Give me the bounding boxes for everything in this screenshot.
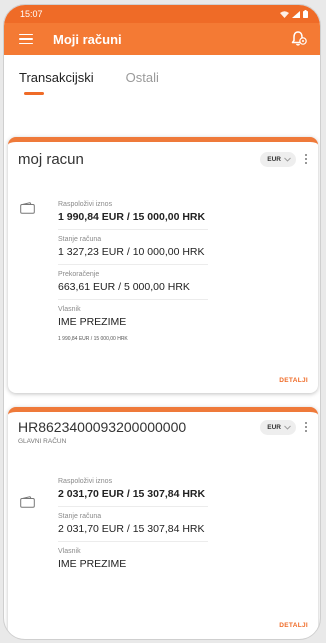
available-amount-label: Raspoloživi iznos <box>58 478 113 485</box>
divider <box>58 541 208 542</box>
overdraft-field: Prekoračenje 663,61 EUR / 5 000,00 HRK <box>8 271 318 293</box>
status-time: 15:07 <box>20 9 43 19</box>
account-card[interactable]: HR8623400093200000000 EUR GLAVNI RAČUN R… <box>8 407 318 639</box>
account-card[interactable]: moj racun EUR Raspoloživi iznos 1 990,84… <box>8 137 318 393</box>
owner-field: Vlasnik IME PREZIME <box>8 306 318 328</box>
account-card-header: moj racun EUR <box>8 142 318 176</box>
status-bar: 15:07 <box>4 5 320 23</box>
wifi-icon <box>280 10 289 18</box>
account-iban: HR8623400093200000000 <box>18 419 187 435</box>
account-name: moj racun <box>18 150 84 168</box>
overdraft-value: 663,61 EUR / 5 000,00 HRK <box>58 281 190 293</box>
currency-label: EUR <box>267 155 281 163</box>
balance-field: Stanje računa 1 327,23 EUR / 10 000,00 H… <box>8 236 318 258</box>
tab-transakcijski[interactable]: Transakcijski <box>19 70 94 85</box>
owner-value: IME PREZIME <box>58 558 127 570</box>
owner-label: Vlasnik <box>58 306 81 313</box>
chevron-down-icon <box>284 157 291 162</box>
signal-icon <box>292 10 300 18</box>
owner-field: Vlasnik IME PREZIME <box>8 548 318 570</box>
tab-ostali[interactable]: Ostali <box>126 70 159 85</box>
currency-selector[interactable]: EUR <box>260 419 296 435</box>
account-card-header: HR8623400093200000000 EUR <box>8 412 318 442</box>
hamburger-icon[interactable] <box>19 33 33 45</box>
app-bar: Moji računi <box>4 23 320 55</box>
divider <box>58 299 208 300</box>
battery-icon <box>303 10 308 18</box>
available-amount-field: Raspoloživi iznos 2 031,70 EUR / 15 307,… <box>8 478 318 500</box>
owner-label: Vlasnik <box>58 548 81 555</box>
available-amount-value: 2 031,70 EUR / 15 307,84 HRK <box>58 488 206 500</box>
more-options-icon[interactable] <box>304 422 308 432</box>
status-icons <box>280 10 308 18</box>
tab-bar: Transakcijski Ostali <box>4 55 320 95</box>
wallet-icon <box>20 496 35 508</box>
phone-screen: 15:07 Moji računi Transakcijski Ostali m… <box>3 4 321 640</box>
divider <box>58 506 208 507</box>
amount-note: 1 990,84 EUR / 15 000,00 HRK <box>58 336 128 342</box>
balance-value: 1 327,23 EUR / 10 000,00 HRK <box>58 246 205 258</box>
chevron-down-icon <box>284 425 291 430</box>
active-tab-indicator <box>24 92 44 95</box>
available-amount-field: Raspoloživi iznos 1 990,84 EUR / 15 000,… <box>8 201 318 223</box>
available-amount-value: 1 990,84 EUR / 15 000,00 HRK <box>58 211 206 223</box>
balance-value: 2 031,70 EUR / 15 307,84 HRK <box>58 523 205 535</box>
details-link[interactable]: DETALJI <box>279 622 308 629</box>
page-title: Moji računi <box>53 31 122 47</box>
currency-label: EUR <box>267 423 281 431</box>
divider <box>58 264 208 265</box>
balance-field: Stanje računa 2 031,70 EUR / 15 307,84 H… <box>8 513 318 535</box>
currency-selector[interactable]: EUR <box>260 151 296 167</box>
wallet-icon <box>20 202 35 214</box>
owner-value: IME PREZIME <box>58 316 127 328</box>
balance-label: Stanje računa <box>58 513 102 520</box>
divider <box>58 229 208 230</box>
details-link[interactable]: DETALJI <box>279 377 308 384</box>
available-amount-label: Raspoloživi iznos <box>58 201 113 208</box>
balance-label: Stanje računa <box>58 236 102 243</box>
overdraft-label: Prekoračenje <box>58 271 100 278</box>
bell-settings-icon[interactable] <box>290 30 308 48</box>
more-options-icon[interactable] <box>304 154 308 164</box>
